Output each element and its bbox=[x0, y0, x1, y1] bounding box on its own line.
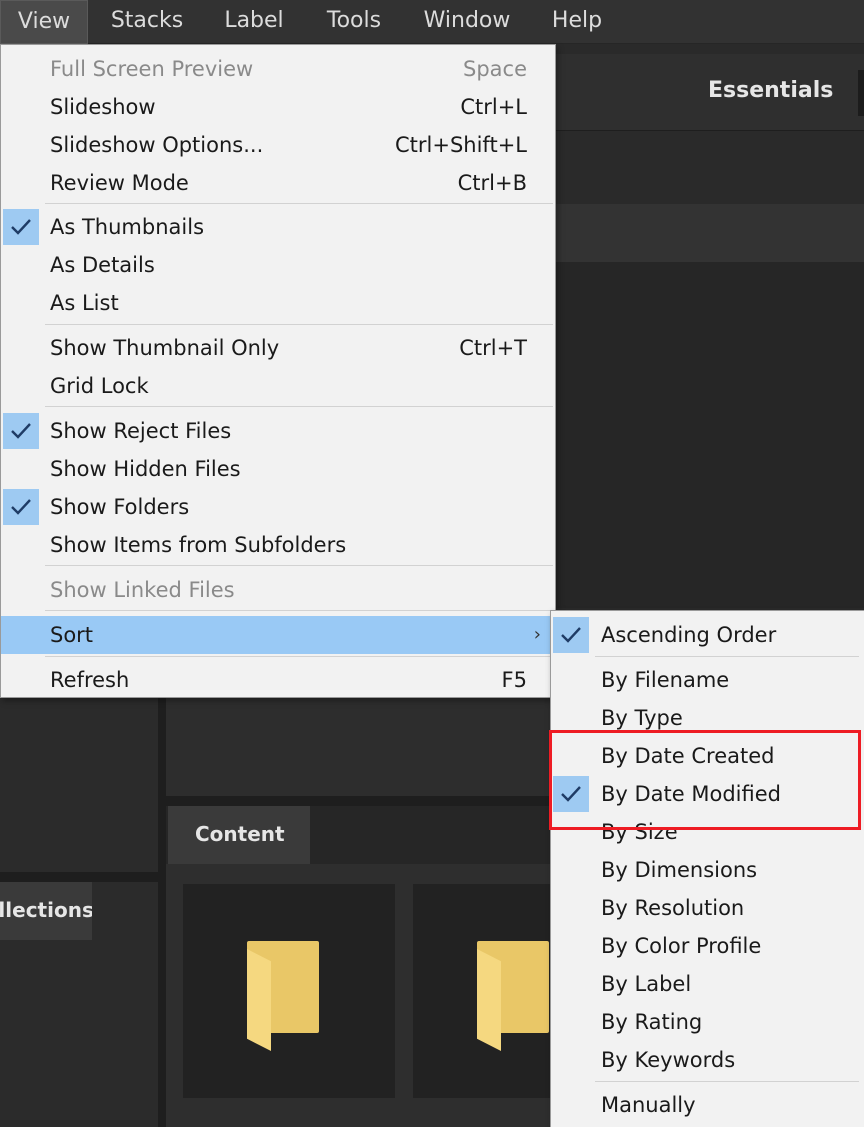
menu-separator bbox=[45, 324, 553, 325]
menu-bar: View Stacks Label Tools Window Help bbox=[0, 0, 864, 44]
sort-item-ascending-order[interactable]: Ascending Order bbox=[551, 616, 863, 654]
tab-collections-label: Collections bbox=[0, 898, 92, 922]
menu-item-show-linked-files: Show Linked Files bbox=[50, 578, 235, 602]
left-panel-divider bbox=[0, 872, 158, 882]
checkmark-icon bbox=[553, 617, 589, 653]
menu-tools[interactable]: Tools bbox=[314, 0, 394, 44]
panel-splitter-horizontal[interactable] bbox=[166, 796, 550, 806]
preview-panel bbox=[166, 698, 550, 796]
menu-view[interactable]: View bbox=[0, 0, 88, 44]
menu-label[interactable]: Label bbox=[214, 0, 294, 44]
menu-item-sort[interactable]: Sort › bbox=[1, 616, 555, 654]
chevron-right-icon: › bbox=[533, 624, 541, 645]
checkmark-icon bbox=[3, 489, 39, 525]
checkmark-icon bbox=[3, 209, 39, 245]
menu-item-show-reject-files[interactable]: Show Reject Files bbox=[1, 412, 555, 450]
annotation-highlight-box bbox=[549, 730, 861, 830]
menu-item-show-thumbnail-only[interactable]: Show Thumbnail Only Ctrl+T bbox=[1, 329, 555, 367]
divider bbox=[556, 130, 864, 131]
menu-separator bbox=[45, 203, 553, 204]
menu-item-show-folders[interactable]: Show Folders bbox=[1, 488, 555, 526]
menu-item-grid-lock[interactable]: Grid Lock bbox=[1, 367, 555, 405]
sort-item-by-color-profile[interactable]: By Color Profile bbox=[551, 927, 863, 965]
menu-window[interactable]: Window bbox=[414, 0, 520, 44]
menu-item-slideshow[interactable]: Slideshow Ctrl+L bbox=[1, 88, 555, 126]
sort-item-by-dimensions[interactable]: By Dimensions bbox=[551, 851, 863, 889]
menu-item-as-list[interactable]: As List bbox=[1, 284, 555, 322]
content-thumbnail[interactable] bbox=[183, 884, 395, 1098]
menu-item-show-hidden-files[interactable]: Show Hidden Files bbox=[1, 450, 555, 488]
view-menu: Full Screen Preview Space Slideshow Ctrl+L… bbox=[0, 44, 556, 698]
menu-help[interactable]: Help bbox=[540, 0, 614, 44]
menu-item-as-details[interactable]: As Details bbox=[1, 246, 555, 284]
menu-separator bbox=[45, 406, 553, 407]
workspace-essentials[interactable]: Essentials bbox=[708, 78, 833, 103]
menu-item-full-screen-preview: Full Screen Preview Space bbox=[50, 57, 527, 81]
menu-separator bbox=[595, 1081, 859, 1082]
sort-item-by-keywords[interactable]: By Keywords bbox=[551, 1041, 863, 1079]
menu-item-review-mode[interactable]: Review Mode Ctrl+B bbox=[1, 164, 555, 202]
workspace-switcher-edge bbox=[858, 70, 864, 116]
sort-item-by-filename[interactable]: By Filename bbox=[551, 661, 863, 699]
panel-splitter-vertical[interactable] bbox=[158, 698, 166, 1127]
checkmark-icon bbox=[3, 413, 39, 449]
menu-item-as-thumbnails[interactable]: As Thumbnails bbox=[1, 208, 555, 246]
path-bar bbox=[556, 204, 864, 262]
sort-item-by-resolution[interactable]: By Resolution bbox=[551, 889, 863, 927]
menu-stacks[interactable]: Stacks bbox=[100, 0, 194, 44]
menu-separator bbox=[45, 565, 553, 566]
menu-item-slideshow-options[interactable]: Slideshow Options... Ctrl+Shift+L bbox=[1, 126, 555, 164]
menu-separator bbox=[45, 610, 553, 611]
sort-item-by-label[interactable]: By Label bbox=[551, 965, 863, 1003]
tab-collections[interactable]: Collections bbox=[0, 882, 92, 940]
menu-separator bbox=[595, 656, 859, 657]
sort-item-by-rating[interactable]: By Rating bbox=[551, 1003, 863, 1041]
tab-content[interactable]: Content bbox=[168, 806, 310, 864]
sort-submenu: Ascending Order By Filename By Type By D… bbox=[550, 610, 864, 1127]
sort-item-manually[interactable]: Manually bbox=[551, 1086, 863, 1124]
menu-item-refresh[interactable]: Refresh F5 bbox=[1, 661, 555, 699]
panel-area bbox=[556, 262, 864, 608]
menu-separator bbox=[45, 656, 553, 657]
menu-item-show-items-from-subfolders[interactable]: Show Items from Subfolders bbox=[1, 526, 555, 564]
